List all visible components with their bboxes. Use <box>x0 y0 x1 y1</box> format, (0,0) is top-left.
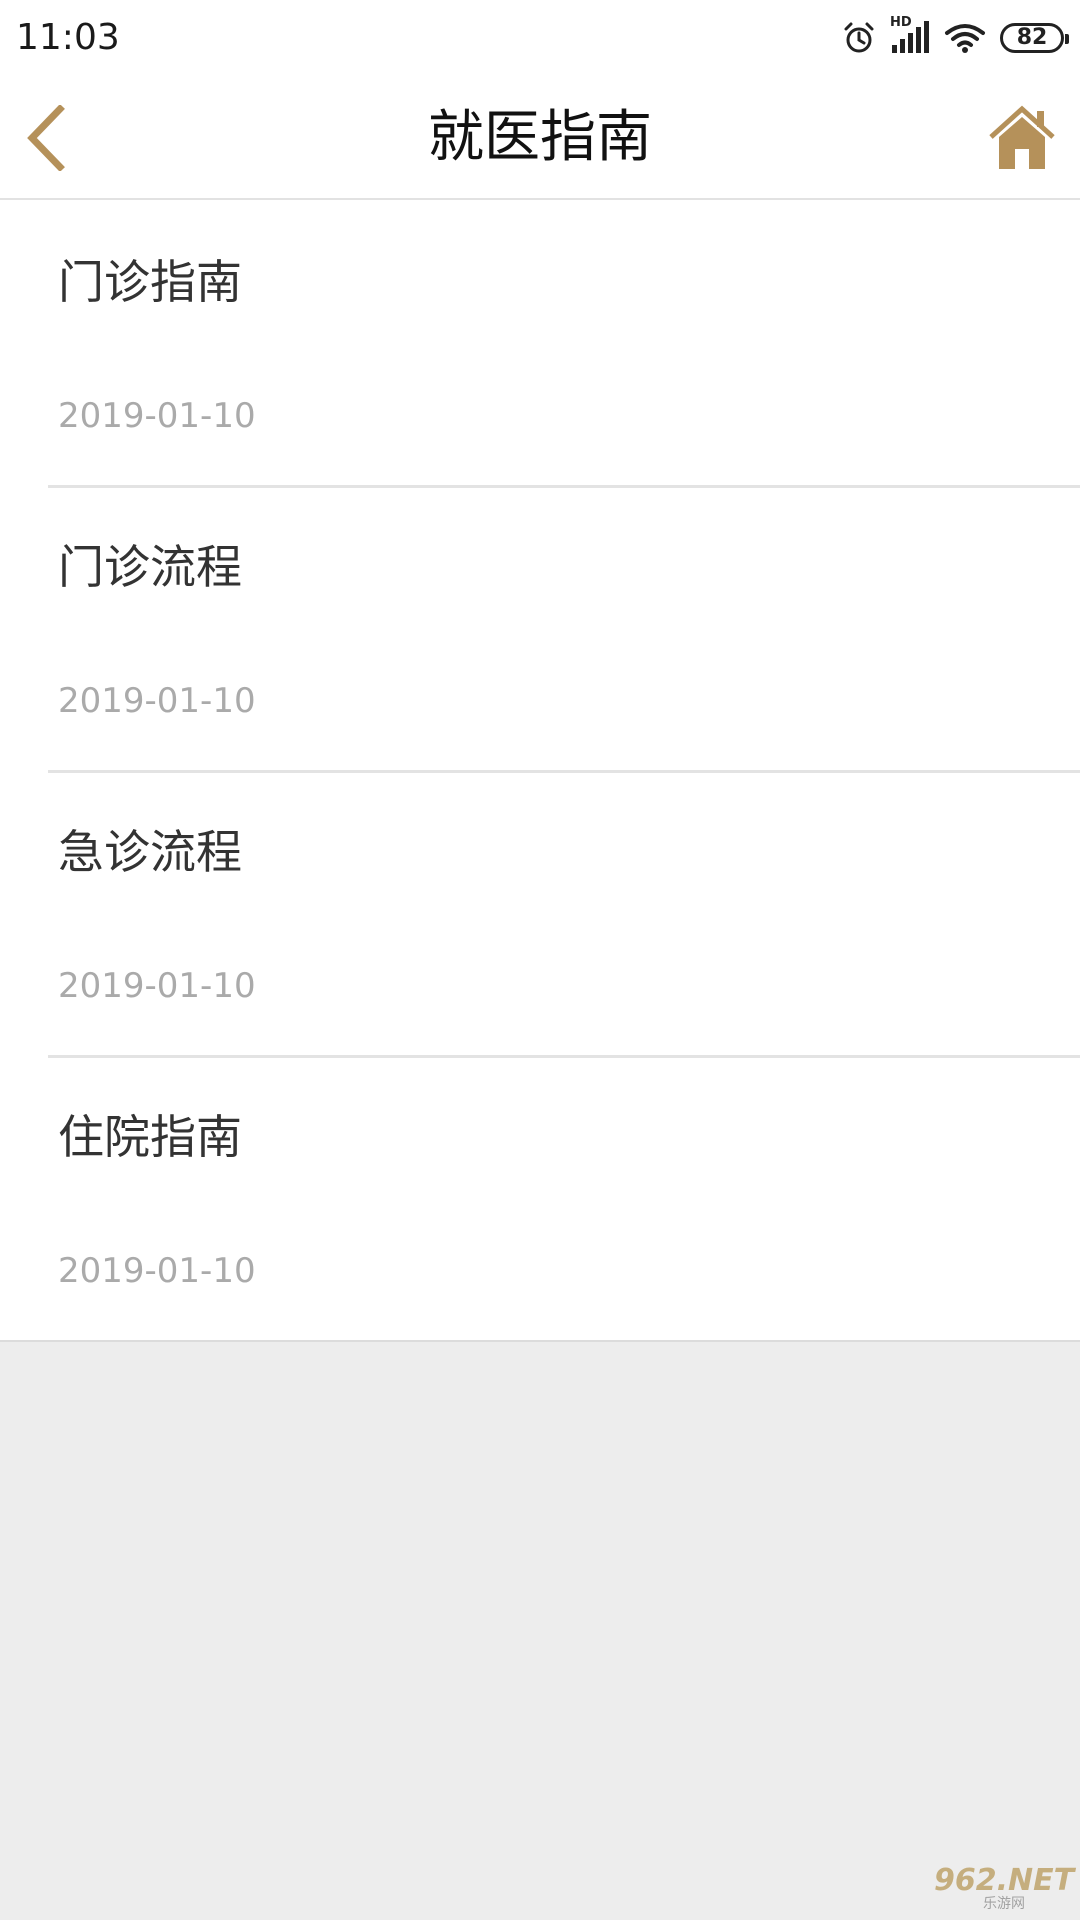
page-title: 就医指南 <box>428 105 652 170</box>
alarm-icon <box>842 21 876 55</box>
watermark-bottom: 乐游网 <box>983 1896 1025 1912</box>
status-icons: HD 82 <box>828 14 1069 62</box>
list-item-date: 2019-01-10 <box>58 1251 256 1291</box>
status-time: 11:03 <box>16 17 120 58</box>
network-type-label: HD <box>890 15 912 30</box>
battery-icon: 82 <box>1000 23 1069 53</box>
list-item-title: 急诊流程 <box>58 825 242 879</box>
list-item-title: 门诊流程 <box>58 540 242 594</box>
list-item[interactable]: 住院指南 2019-01-10 <box>0 1055 1080 1340</box>
battery-level: 82 <box>1000 23 1069 53</box>
list-item-title: 门诊指南 <box>58 255 242 309</box>
list-item[interactable]: 门诊流程 2019-01-10 <box>0 485 1080 770</box>
list-item-title: 住院指南 <box>58 1110 242 1164</box>
home-button[interactable] <box>984 98 1060 178</box>
list-item-date: 2019-01-10 <box>58 396 256 436</box>
list-item-date: 2019-01-10 <box>58 966 256 1006</box>
watermark-top: 962.NET <box>933 1863 1075 1898</box>
nav-bar: 就医指南 <box>0 76 1080 200</box>
watermark-logo: 962.NET 乐游网 <box>934 1864 1074 1914</box>
list-item[interactable]: 门诊指南 2019-01-10 <box>0 200 1080 485</box>
home-icon <box>989 105 1055 169</box>
wifi-icon <box>944 21 986 55</box>
cell-signal-icon: HD <box>890 15 930 55</box>
guide-list: 门诊指南 2019-01-10 门诊流程 2019-01-10 急诊流程 201… <box>0 200 1080 1342</box>
status-bar: 11:03 HD 82 <box>0 0 1080 76</box>
list-item[interactable]: 急诊流程 2019-01-10 <box>0 770 1080 1055</box>
list-item-date: 2019-01-10 <box>58 681 256 721</box>
